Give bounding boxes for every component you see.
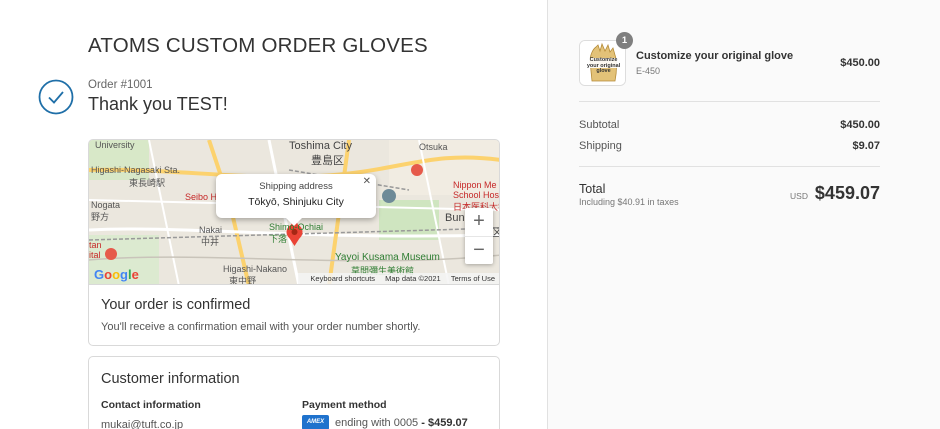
keyboard-shortcuts-link[interactable]: Keyboard shortcuts [310, 274, 375, 283]
subtotal-label: Subtotal [579, 119, 620, 131]
map-label: Nippon Me [453, 180, 497, 190]
main-column: ATOMS CUSTOM ORDER GLOVES Order #1001 Th… [0, 0, 547, 429]
payment-method-label: Payment method [302, 399, 387, 411]
map-label: Otsuka [419, 142, 448, 152]
quantity-badge: 1 [616, 32, 633, 49]
shipping-map[interactable]: University Toshima City 豊島区 Otsuka Higas… [88, 139, 500, 285]
map-popup: Shipping address Tōkyō, Shinjuku City ✕ [216, 174, 376, 226]
checkmark-icon [38, 79, 74, 115]
thank-you-heading: Thank you TEST! [88, 94, 228, 114]
close-icon[interactable]: ✕ [363, 176, 371, 187]
customer-info-title: Customer information [101, 371, 240, 387]
map-data-text: Map data ©2021 [385, 274, 441, 283]
map-label: Seibo H [185, 192, 218, 202]
customer-info-card: Customer information Contact information… [88, 356, 500, 429]
order-number: Order #1001 [88, 79, 153, 91]
map-label: Bun [445, 212, 465, 224]
divider [579, 101, 880, 102]
map-label: 下落 [269, 234, 288, 244]
divider [579, 166, 880, 167]
map-label: Nogata [91, 200, 121, 210]
payment-card-text: ending with 0005 [335, 417, 419, 429]
map-label: Nakai [199, 225, 223, 235]
confirmed-message: You'll receive a confirmation email with… [101, 321, 421, 333]
shipping-value: $9.07 [852, 140, 880, 152]
store-title[interactable]: ATOMS CUSTOM ORDER GLOVES [88, 34, 428, 58]
subtotal-value: $450.00 [840, 119, 880, 131]
map-attribution: Keyboard shortcuts Map data ©2021 Terms … [298, 273, 499, 284]
map-label: Higashi-Nagasaki Sta. [91, 165, 181, 175]
payment-amount: - $459.07 [421, 417, 468, 429]
zoom-out-button[interactable]: − [465, 236, 493, 264]
product-variant: E-450 [636, 66, 661, 76]
product-price: $450.00 [840, 57, 880, 69]
thumb-caption: Customize your original glove [586, 57, 621, 74]
google-logo[interactable]: Google [94, 267, 139, 282]
map-label: 豊島区 [311, 155, 344, 167]
map-label: 東長崎駅 [129, 178, 166, 188]
map-label: 野方 [91, 212, 110, 222]
map-label: Yayoi Kusama Museum [335, 252, 440, 263]
zoom-in-button[interactable]: + [465, 208, 493, 236]
map-label: tan [89, 240, 102, 250]
map-label: Higashi-Nakano [223, 264, 288, 274]
shipping-label: Shipping [579, 140, 622, 152]
map-label: University [95, 140, 135, 150]
confirmed-title: Your order is confirmed [101, 297, 251, 313]
terms-link[interactable]: Terms of Use [451, 274, 495, 283]
product-name: Customize your original glove [636, 50, 794, 62]
amex-card-icon: AMEX [302, 415, 329, 429]
contact-email: mukai@tuft.co.jp [101, 419, 184, 429]
total-label: Total [579, 182, 606, 196]
tax-note: Including $40.91 in taxes [579, 197, 679, 207]
order-confirmed-card: Your order is confirmed You'll receive a… [88, 284, 500, 346]
zoom-controls: + − [465, 208, 493, 264]
map-label: Toshima City [289, 140, 352, 152]
order-summary: Customize your original glove 1 Customiz… [547, 0, 940, 429]
map-label: 中井 [201, 237, 220, 247]
popup-title: Shipping address [259, 181, 333, 192]
map-label: School Hos [453, 190, 500, 200]
payment-details: ending with 0005 - $459.07 [335, 417, 468, 429]
total-value: $459.07 [814, 183, 880, 203]
currency-code: USD [790, 191, 808, 201]
contact-info-label: Contact information [101, 399, 201, 411]
map-label: ital [89, 250, 101, 260]
popup-location: Tōkyō, Shinjuku City [248, 196, 344, 208]
